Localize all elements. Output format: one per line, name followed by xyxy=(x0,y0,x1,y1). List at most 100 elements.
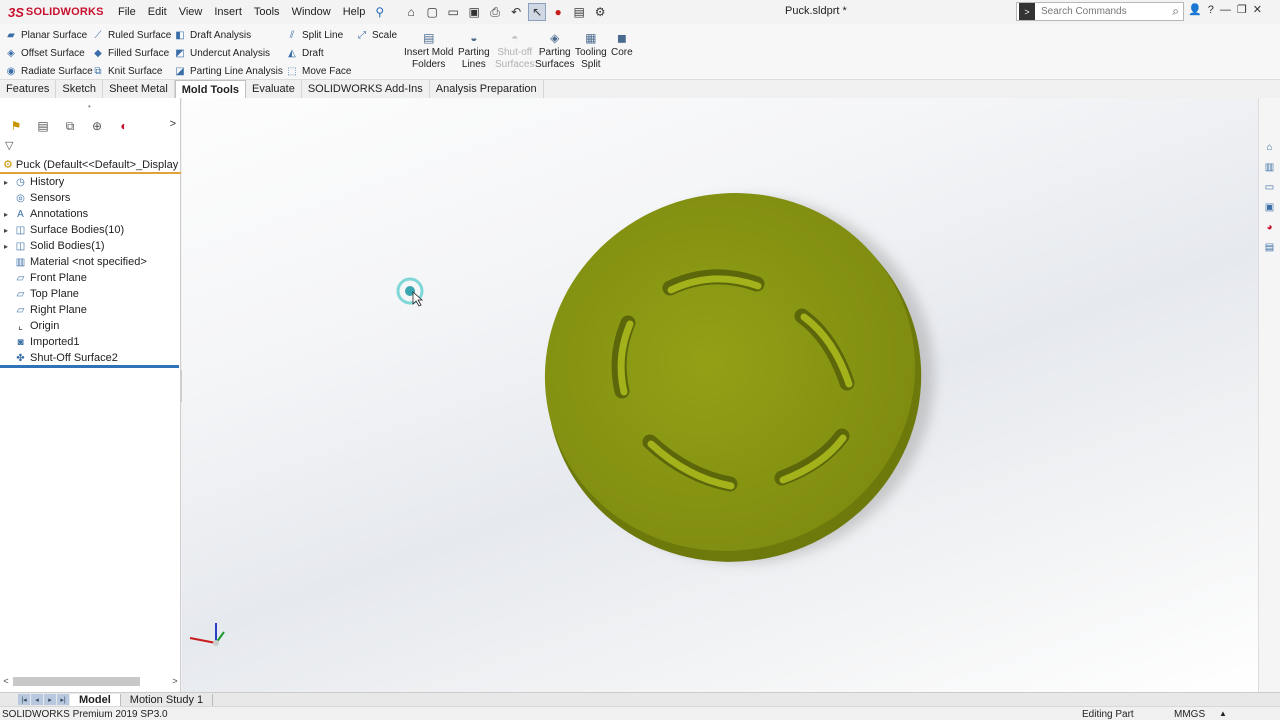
ruled-surface-button[interactable]: ⟋ Ruled Surface xyxy=(92,27,172,44)
next-tab-icon[interactable]: ▸ xyxy=(44,694,56,705)
design-library-icon[interactable]: ▥ xyxy=(1263,160,1277,174)
solidworks-resources-icon[interactable]: ⌂ xyxy=(1263,140,1277,154)
featuremanager-tab-icon[interactable]: ⚑ xyxy=(7,118,25,134)
solidworks-logo[interactable]: 3S SOLIDWORKS xyxy=(0,5,112,20)
close-icon[interactable]: ✕ xyxy=(1253,3,1262,16)
expand-arrow-icon[interactable]: ▸ xyxy=(0,210,14,219)
panel-horizontal-scrollbar[interactable]: < > xyxy=(0,675,181,687)
tree-root-part[interactable]: ⚙ Puck (Default<<Default>_Display St xyxy=(0,157,181,174)
tree-node-right-plane[interactable]: ▱ Right Plane xyxy=(0,302,181,318)
scale-button[interactable]: ⤢ Scale xyxy=(356,27,397,44)
offset-surface-label: Offset Surface xyxy=(21,48,85,59)
open-icon[interactable]: ▭ xyxy=(444,3,462,21)
draft-analysis-button[interactable]: ◧ Draft Analysis xyxy=(174,27,283,44)
tree-node-origin[interactable]: ⌞ Origin xyxy=(0,318,181,334)
tab-model[interactable]: Model xyxy=(70,693,121,706)
tab-solidworks-add-ins[interactable]: SOLIDWORKS Add-Ins xyxy=(302,80,430,98)
menu-insert[interactable]: Insert xyxy=(208,6,248,18)
menu-view[interactable]: View xyxy=(173,6,209,18)
tree-node-imported1[interactable]: ◙ Imported1 xyxy=(0,334,181,350)
home-icon[interactable]: ⌂ xyxy=(402,3,420,21)
tooling-split-button[interactable]: ▦ Tooling Split xyxy=(575,32,607,71)
file-properties-icon[interactable]: ▤ xyxy=(570,3,588,21)
tree-node-solid-bodies[interactable]: ▸ ◫ Solid Bodies(1) xyxy=(0,238,181,254)
filled-surface-button[interactable]: ◆ Filled Surface xyxy=(92,45,171,62)
tree-node-surface-bodies[interactable]: ▸ ◫ Surface Bodies(10) xyxy=(0,222,181,238)
expand-arrow-icon[interactable]: ▸ xyxy=(0,242,14,251)
tab-analysis-preparation[interactable]: Analysis Preparation xyxy=(430,80,544,98)
graphics-area[interactable]: ⌕ ⌕ ↶ ◫ ▣ ◧ ◉ ◑ ◕ ◍ ▭ ⟂ ⚙ ⚙ ⚙ ⚙ ⚙ ❐ ❐ — … xyxy=(182,98,1258,692)
pin-icon[interactable]: ⚲ xyxy=(375,5,384,19)
menu-window[interactable]: Window xyxy=(286,6,337,18)
user-icon[interactable]: 👤 xyxy=(1188,3,1202,16)
save-icon[interactable]: ▣ xyxy=(465,3,483,21)
menu-file[interactable]: File xyxy=(112,6,142,18)
planar-surface-button[interactable]: ▰ Planar Surface xyxy=(5,27,93,44)
move-face-button[interactable]: ⬚ Move Face xyxy=(286,63,351,80)
puck-part[interactable] xyxy=(494,141,972,614)
dimxpert-tab-icon[interactable]: ⊕ xyxy=(88,118,106,134)
tab-features[interactable]: Features xyxy=(0,80,57,98)
tree-node-front-plane[interactable]: ▱ Front Plane xyxy=(0,270,181,286)
tree-node-top-plane[interactable]: ▱ Top Plane xyxy=(0,286,181,302)
undercut-analysis-button[interactable]: ◩ Undercut Analysis xyxy=(174,45,283,62)
help-icon[interactable]: ? xyxy=(1208,4,1214,16)
tree-node-annotations[interactable]: ▸ A Annotations xyxy=(0,206,181,222)
tab-evaluate[interactable]: Evaluate xyxy=(246,80,302,98)
prev-tab-icon[interactable]: ◂ xyxy=(31,694,43,705)
offset-surface-button[interactable]: ◈ Offset Surface xyxy=(5,45,93,62)
tree-node-sensors[interactable]: ◎ Sensors xyxy=(0,190,181,206)
more-tabs-chevron-icon[interactable]: > xyxy=(170,118,176,130)
tree-node-history[interactable]: ▸ ◷ History xyxy=(0,174,181,190)
units-dropdown-icon[interactable]: ▲ xyxy=(1219,709,1227,718)
split-line-button[interactable]: ⫽ Split Line xyxy=(286,27,351,44)
shut-off-surfaces-button[interactable]: ◓ Shut-off Surfaces xyxy=(495,32,534,71)
units-system[interactable]: MMGS xyxy=(1174,709,1205,720)
first-tab-icon[interactable]: |◂ xyxy=(18,694,30,705)
tree-node-material[interactable]: ▥ Material <not specified> xyxy=(0,254,181,270)
appearances-icon[interactable]: ◕ xyxy=(1263,220,1277,234)
menu-help[interactable]: Help xyxy=(337,6,372,18)
panel-grip-icon[interactable]: • xyxy=(88,102,91,111)
displaymanager-tab-icon[interactable]: ◐ xyxy=(115,118,133,134)
radiate-surface-button[interactable]: ◉ Radiate Surface xyxy=(5,63,93,80)
expand-arrow-icon[interactable]: ▸ xyxy=(0,226,14,235)
knit-surface-button[interactable]: ⧉ Knit Surface xyxy=(92,63,171,80)
configurationmanager-tab-icon[interactable]: ⧉ xyxy=(61,118,79,134)
tab-sheet-metal[interactable]: Sheet Metal xyxy=(103,80,175,98)
search-icon[interactable]: ⌕ xyxy=(1172,4,1179,19)
scroll-right-icon[interactable]: > xyxy=(169,676,181,686)
rollback-bar[interactable] xyxy=(0,365,179,368)
insert-mold-folders-button[interactable]: ▤ Insert Mold Folders xyxy=(404,32,453,71)
options-gear-icon[interactable]: ⚙ xyxy=(591,3,609,21)
scroll-thumb[interactable] xyxy=(13,676,140,686)
search-commands-field[interactable]: > Search Commands ⌕ xyxy=(1016,2,1184,21)
imported-body-icon: ◙ xyxy=(17,336,24,348)
expand-arrow-icon[interactable]: ▸ xyxy=(0,178,14,187)
core-button[interactable]: ◼ Core xyxy=(611,32,633,59)
tree-node-shut-off-surface2[interactable]: ✤ Shut-Off Surface2 xyxy=(0,350,181,366)
menu-tools[interactable]: Tools xyxy=(248,6,286,18)
select-icon[interactable]: ↖ xyxy=(528,3,547,21)
menu-edit[interactable]: Edit xyxy=(142,6,173,18)
minimize-icon[interactable]: — xyxy=(1220,4,1231,16)
tab-sketch[interactable]: Sketch xyxy=(56,80,104,98)
propertymanager-tab-icon[interactable]: ▤ xyxy=(34,118,52,134)
rebuild-icon[interactable]: ● xyxy=(549,3,567,21)
file-explorer-icon[interactable]: ▭ xyxy=(1263,180,1277,194)
filter-icon[interactable]: ▽ xyxy=(5,139,13,152)
custom-properties-icon[interactable]: ▤ xyxy=(1263,240,1277,254)
view-palette-icon[interactable]: ▣ xyxy=(1263,200,1277,214)
tab-motion-study-1[interactable]: Motion Study 1 xyxy=(121,693,214,706)
tab-mold-tools[interactable]: Mold Tools xyxy=(174,80,246,98)
draft-button[interactable]: ◭ Draft xyxy=(286,45,351,62)
restore-icon[interactable]: ❐ xyxy=(1237,3,1247,16)
last-tab-icon[interactable]: ▸| xyxy=(57,694,69,705)
parting-line-analysis-button[interactable]: ◪ Parting Line Analysis xyxy=(174,63,283,80)
parting-surfaces-button[interactable]: ◈ Parting Surfaces xyxy=(535,32,574,71)
scroll-left-icon[interactable]: < xyxy=(0,676,12,686)
print-icon[interactable]: ⎙ xyxy=(486,3,504,21)
undo-icon[interactable]: ↶ xyxy=(507,3,525,21)
new-document-icon[interactable]: ▢ xyxy=(423,3,441,21)
parting-lines-button[interactable]: ◒ Parting Lines xyxy=(458,32,490,71)
